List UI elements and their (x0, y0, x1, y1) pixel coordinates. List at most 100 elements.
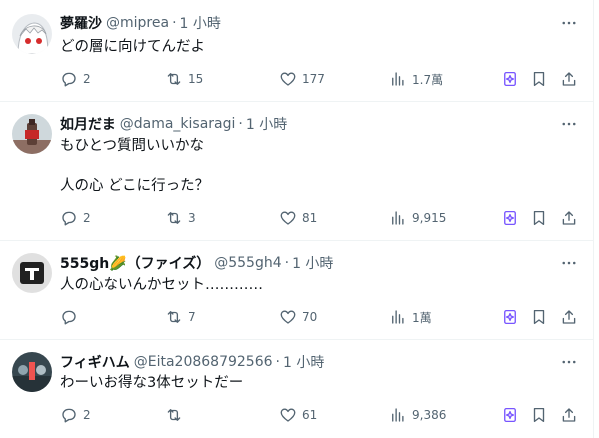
user-handle[interactable]: @dama_kisaragi (120, 116, 236, 132)
bookmark-icon (533, 71, 545, 87)
bookmark-button[interactable] (530, 405, 548, 425)
tweet-text: どの層に向けてんだよ (60, 39, 205, 55)
like-button[interactable]: 61 (279, 405, 317, 425)
avatar[interactable] (12, 253, 52, 293)
reply-count: 2 (83, 72, 91, 86)
views-button[interactable]: 1萬 (389, 307, 432, 327)
heart-icon (280, 211, 296, 225)
views-button[interactable]: 1.7萬 (389, 69, 443, 89)
grok-icon (504, 407, 516, 423)
views-icon (392, 310, 404, 324)
tweet[interactable]: フィギハム @Eita20868792566 · 1 小時 わーいお得な3体セッ… (0, 340, 594, 438)
like-count: 70 (302, 310, 318, 324)
heart-icon (280, 408, 296, 422)
grok-button[interactable] (501, 405, 519, 425)
grok-button[interactable] (501, 208, 519, 228)
tweet-header: 夢羅沙 @miprea · 1 小時 (60, 13, 221, 33)
share-button[interactable] (560, 208, 578, 228)
display-name[interactable]: 555gh🌽（ファイズ） (60, 253, 210, 273)
tweet-text: もひとつ質問いいかな 人の心 どこに行った？ (60, 138, 210, 194)
share-icon (562, 72, 576, 86)
avatar[interactable] (12, 352, 52, 392)
tweet[interactable]: 555gh🌽（ファイズ） @555gh4 · 1 小時 人の心ないんかセット……… (0, 241, 594, 340)
avatar[interactable] (12, 114, 52, 154)
tweet-header: 555gh🌽（ファイズ） @555gh4 · 1 小時 (60, 253, 333, 273)
share-button[interactable] (560, 69, 578, 89)
timestamp[interactable]: 1 小時 (180, 13, 221, 33)
views-button[interactable]: 9,386 (389, 405, 446, 425)
view-count: 9,386 (412, 408, 447, 422)
retweet-count: 3 (188, 211, 196, 225)
retweet-icon (167, 311, 181, 323)
separator-dot: · (238, 116, 243, 132)
like-button[interactable]: 70 (279, 307, 317, 327)
tweet[interactable]: 夢羅沙 @miprea · 1 小時 どの層に向けてんだよ 2 15 177 1… (0, 0, 594, 102)
tweet-text: 人の心ないんかセット………… (60, 277, 263, 293)
more-icon[interactable] (558, 13, 580, 33)
heart-icon (280, 72, 296, 86)
views-icon (392, 211, 404, 225)
timeline: 夢羅沙 @miprea · 1 小時 どの層に向けてんだよ 2 15 177 1… (0, 0, 594, 438)
reply-button[interactable]: 2 (60, 69, 91, 89)
views-icon (392, 72, 404, 86)
more-icon[interactable] (558, 114, 580, 134)
action-bar: 2 3 81 9,915 (60, 208, 580, 228)
bookmark-button[interactable] (530, 208, 548, 228)
reply-icon (62, 211, 76, 226)
retweet-button[interactable]: 3 (165, 208, 196, 228)
more-icon[interactable] (558, 352, 580, 372)
retweet-icon (167, 212, 181, 224)
more-icon[interactable] (558, 253, 580, 273)
display-name[interactable]: フィギハム (60, 352, 130, 372)
retweet-icon (167, 409, 181, 421)
reply-count: 2 (83, 408, 91, 422)
grok-icon (504, 210, 516, 226)
view-count: 1.7萬 (412, 72, 444, 87)
tweet-text: わーいお得な3体セットだー (60, 375, 244, 391)
share-icon (562, 211, 576, 225)
reply-button[interactable]: 2 (60, 208, 91, 228)
views-button[interactable]: 9,915 (389, 208, 446, 228)
retweet-count: 15 (188, 72, 204, 86)
separator-dot: · (284, 255, 290, 271)
user-handle[interactable]: @555gh4 (214, 255, 281, 271)
tweet[interactable]: 如月だま @dama_kisaragi · 1 小時 もひとつ質問いいかな 人の… (0, 102, 594, 241)
timestamp[interactable]: 1 小時 (246, 114, 287, 134)
grok-button[interactable] (501, 69, 519, 89)
timestamp[interactable]: 1 小時 (292, 253, 333, 273)
reply-button[interactable] (60, 307, 83, 327)
like-count: 81 (302, 211, 318, 225)
share-button[interactable] (560, 405, 578, 425)
like-button[interactable]: 81 (279, 208, 317, 228)
share-icon (562, 408, 576, 422)
avatar[interactable] (12, 14, 52, 54)
reply-icon (62, 310, 76, 325)
reply-icon (62, 72, 76, 87)
display-name[interactable]: 如月だま (60, 114, 116, 134)
reply-button[interactable]: 2 (60, 405, 91, 425)
separator-dot: · (172, 15, 177, 31)
user-handle[interactable]: @Eita20868792566 (134, 354, 273, 370)
timestamp[interactable]: 1 小時 (283, 352, 324, 372)
share-button[interactable] (560, 307, 578, 327)
share-icon (562, 310, 576, 324)
action-bar: 7 70 1萬 (60, 307, 580, 327)
bookmark-icon (533, 407, 545, 423)
action-bar: 2 15 177 1.7萬 (60, 69, 580, 89)
like-count: 177 (302, 72, 325, 86)
reply-icon (62, 408, 76, 423)
grok-button[interactable] (501, 307, 519, 327)
bookmark-icon (533, 210, 545, 226)
retweet-button[interactable]: 7 (165, 307, 196, 327)
retweet-icon (167, 73, 181, 85)
bookmark-icon (533, 309, 545, 325)
views-icon (392, 408, 404, 422)
user-handle[interactable]: @miprea (106, 15, 169, 31)
display-name[interactable]: 夢羅沙 (60, 13, 102, 33)
action-bar: 2 61 9,386 (60, 405, 580, 425)
like-button[interactable]: 177 (279, 69, 325, 89)
retweet-button[interactable]: 15 (165, 69, 203, 89)
retweet-button[interactable] (165, 405, 188, 425)
bookmark-button[interactable] (530, 69, 548, 89)
bookmark-button[interactable] (530, 307, 548, 327)
